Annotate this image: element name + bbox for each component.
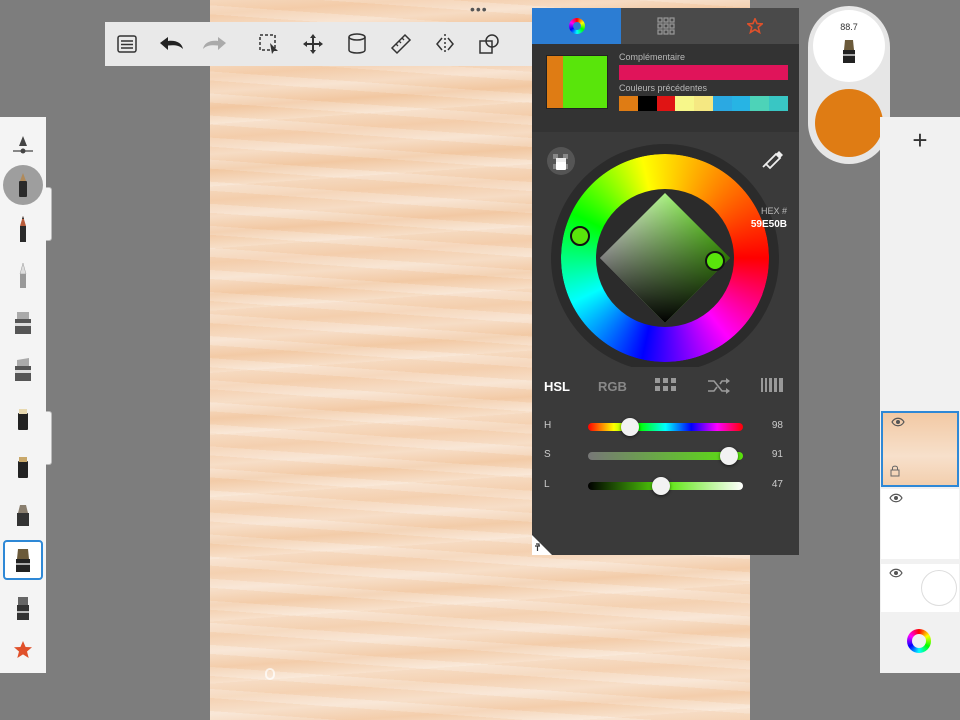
hue-slider-thumb[interactable] — [620, 418, 639, 436]
saturation-slider-track[interactable] — [588, 447, 743, 465]
grid-icon — [656, 17, 675, 35]
hue-handle[interactable] — [570, 226, 590, 246]
previous-colors-label: Couleurs précédentes — [619, 83, 708, 93]
hue-slider-label: H — [544, 420, 552, 431]
layer-thumbnail[interactable] — [881, 489, 959, 559]
lightness-slider-row: L 47 — [532, 476, 799, 496]
eyedropper-icon[interactable] — [762, 151, 783, 170]
top-toolbar — [105, 22, 535, 66]
hsl-mode-button[interactable]: HSL — [544, 379, 570, 394]
complementary-label: Complémentaire — [619, 52, 686, 62]
complementary-color-bar[interactable] — [619, 65, 788, 80]
color-mode-row: HSL RGB — [532, 374, 799, 398]
brush-size-puck[interactable]: 88.7 — [813, 10, 885, 82]
saturation-slider-label: S — [544, 449, 551, 460]
lightness-slider-label: L — [544, 479, 550, 490]
ruler-icon[interactable] — [379, 22, 423, 66]
favorites-star-icon[interactable] — [3, 630, 43, 670]
color-editor-panel: Complémentaire Couleurs précédentes HEX … — [532, 8, 799, 555]
eye-icon[interactable] — [889, 568, 903, 578]
pencil-icon[interactable] — [3, 209, 43, 249]
previous-color-chip[interactable] — [712, 96, 732, 111]
saturation-slider-value: 91 — [771, 449, 783, 460]
pin-icon[interactable] — [532, 535, 552, 555]
saturation-handle[interactable] — [705, 251, 725, 271]
previous-color-swatch[interactable] — [547, 56, 563, 108]
layer-thumbnail[interactable] — [881, 411, 959, 487]
list-icon[interactable] — [105, 22, 149, 66]
hue-slider-value: 98 — [771, 420, 783, 431]
paintbrush-icon[interactable] — [3, 399, 43, 439]
color-swatch-area: Complémentaire Couleurs précédentes — [532, 44, 799, 132]
shuffle-icon[interactable] — [707, 378, 731, 394]
swatch-grid-icon[interactable] — [655, 378, 677, 392]
current-color-swatch[interactable] — [546, 55, 608, 109]
ballpoint-pen-icon[interactable] — [3, 255, 43, 295]
color-wheel-icon[interactable] — [907, 629, 931, 653]
transform-icon[interactable] — [291, 22, 335, 66]
previous-color-chip[interactable] — [694, 96, 713, 111]
fill-icon[interactable] — [335, 22, 379, 66]
hue-slider-track[interactable] — [588, 418, 743, 436]
brush-puck: 88.7 — [808, 6, 890, 164]
brush-properties-icon[interactable] — [3, 125, 43, 165]
smudge-icon[interactable] — [3, 495, 43, 535]
chisel-marker-icon[interactable] — [3, 349, 43, 389]
airbrush-icon[interactable] — [3, 165, 43, 205]
color-puck[interactable] — [815, 89, 883, 157]
flat-brush-icon[interactable] — [3, 447, 43, 487]
favorites-tab[interactable] — [710, 8, 799, 44]
redo-icon[interactable] — [193, 22, 237, 66]
symmetry-icon[interactable] — [423, 22, 467, 66]
more-options-icon[interactable]: ••• — [470, 2, 488, 16]
saturation-slider-thumb[interactable] — [720, 447, 739, 465]
lock-icon[interactable] — [890, 465, 900, 477]
previous-color-chip[interactable] — [656, 96, 676, 111]
eye-icon[interactable] — [889, 493, 903, 503]
previous-colors-row — [619, 96, 789, 111]
lightness-slider-value: 47 — [771, 479, 783, 490]
saturation-slider-row: S 91 — [532, 446, 799, 466]
previous-color-chip[interactable] — [769, 96, 789, 111]
hex-value[interactable]: 59E50B — [751, 219, 787, 230]
marker-icon[interactable] — [3, 302, 43, 342]
new-color-swatch — [563, 56, 607, 108]
star-icon — [746, 18, 763, 34]
lightness-slider-thumb[interactable] — [651, 477, 670, 495]
undo-icon[interactable] — [149, 22, 193, 66]
canvas-handle-icon[interactable] — [265, 668, 275, 680]
hue-slider-row: H 98 — [532, 417, 799, 437]
shapes-icon[interactable] — [467, 22, 511, 66]
previous-color-chip[interactable] — [637, 96, 657, 111]
add-layer-button[interactable]: + — [880, 117, 960, 163]
previous-color-chip[interactable] — [750, 96, 770, 111]
eraser-icon[interactable] — [3, 588, 43, 628]
lightness-slider-track[interactable] — [588, 477, 743, 495]
previous-color-chip[interactable] — [619, 96, 638, 111]
background-layer-circle — [921, 570, 957, 606]
color-wheel-tab[interactable] — [532, 8, 621, 44]
brush-library-rail — [0, 117, 46, 673]
hex-label: HEX # — [760, 206, 787, 216]
previous-color-chip[interactable] — [675, 96, 695, 111]
current-brush-icon — [843, 40, 855, 63]
brush-size-value: 88.7 — [840, 22, 858, 32]
color-wheel-icon — [568, 18, 585, 34]
color-wheel-area — [532, 132, 799, 367]
rgb-mode-button[interactable]: RGB — [598, 379, 627, 394]
layer-thumbnail[interactable] — [881, 564, 959, 612]
selection-icon[interactable] — [247, 22, 291, 66]
wide-brush-icon[interactable] — [3, 540, 43, 580]
transparency-icon[interactable] — [547, 147, 575, 175]
previous-color-chip[interactable] — [731, 96, 751, 111]
layers-panel: + — [880, 117, 960, 673]
harmony-bars-icon[interactable] — [761, 378, 783, 392]
color-sets-tab[interactable] — [621, 8, 710, 44]
eye-icon[interactable] — [891, 417, 905, 427]
